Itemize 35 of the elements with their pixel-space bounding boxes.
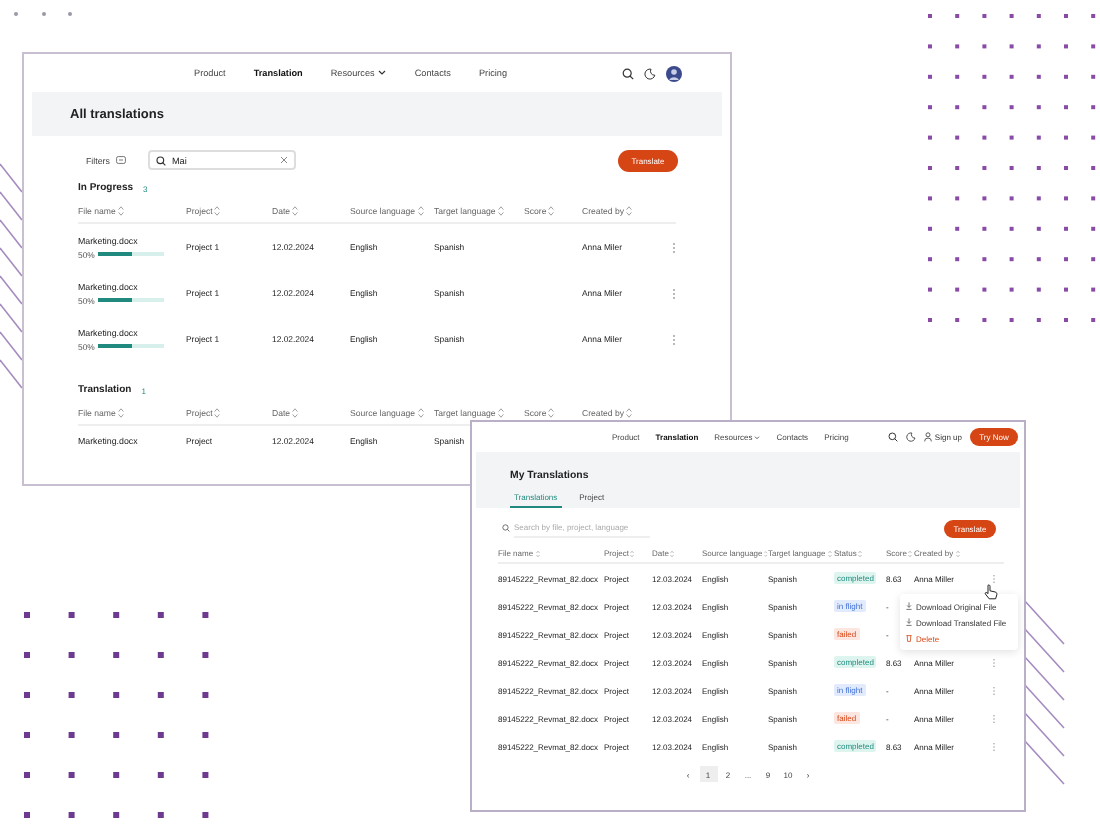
user-icon: [924, 432, 933, 442]
sort-icon[interactable]: [827, 549, 832, 557]
sort-icon[interactable]: [417, 206, 423, 216]
sort-icon[interactable]: [117, 408, 124, 418]
sort-icon[interactable]: [630, 549, 635, 557]
moon-icon[interactable]: [906, 432, 917, 442]
sort-icon[interactable]: [548, 206, 555, 216]
sort-icon[interactable]: [908, 549, 913, 557]
sort-icon[interactable]: [417, 408, 423, 418]
trash-icon: [906, 634, 912, 642]
sort-icon[interactable]: [292, 408, 299, 418]
moon-icon[interactable]: [644, 67, 656, 79]
search-icon[interactable]: [888, 432, 899, 442]
sort-icon[interactable]: [670, 549, 675, 557]
download-icon: [906, 618, 912, 626]
sort-icon[interactable]: [214, 408, 221, 418]
filter-icon[interactable]: [115, 156, 126, 164]
close-icon[interactable]: [279, 156, 288, 164]
sort-icon[interactable]: [292, 206, 299, 216]
sort-icon[interactable]: [497, 408, 504, 418]
search-icon: [155, 155, 166, 165]
avatar-icon[interactable]: [666, 65, 682, 81]
sort-icon[interactable]: [955, 549, 960, 557]
sort-icon[interactable]: [548, 408, 555, 418]
sort-icon[interactable]: [626, 408, 633, 418]
sort-icon[interactable]: [117, 206, 124, 216]
search-icon: [502, 524, 510, 532]
sort-icon[interactable]: [535, 549, 540, 557]
download-icon: [906, 602, 912, 610]
search-icon[interactable]: [622, 67, 634, 79]
sort-icon[interactable]: [858, 549, 863, 557]
caret-icon[interactable]: [378, 70, 387, 76]
sort-icon[interactable]: [497, 206, 504, 216]
sort-icon[interactable]: [214, 206, 221, 216]
sort-icon[interactable]: [626, 206, 633, 216]
